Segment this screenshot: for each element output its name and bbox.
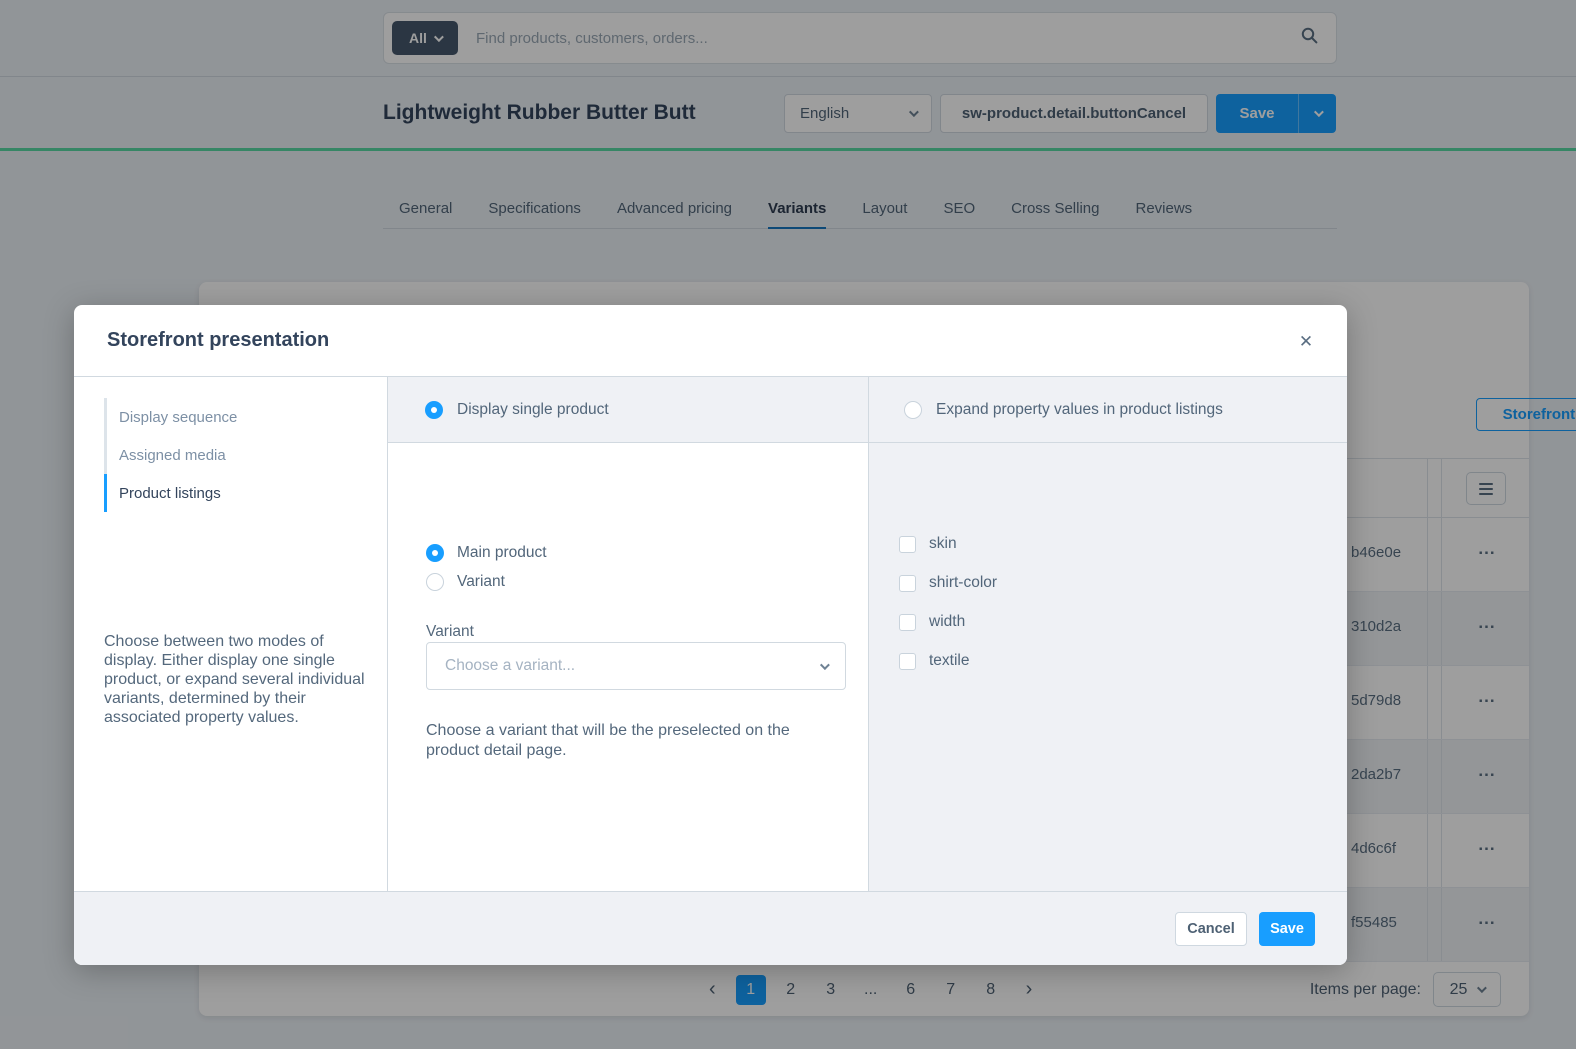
nav-item-product-listings[interactable]: Product listings	[107, 474, 237, 512]
property-width: width	[899, 613, 997, 631]
single-product-column: Display single product Main product Vari…	[387, 377, 869, 891]
variant-radio[interactable]	[426, 573, 444, 591]
close-icon[interactable]: ✕	[1295, 331, 1317, 353]
storefront-presentation-modal: Storefront presentation ✕ Display sequen…	[74, 305, 1347, 965]
modal-footer: Cancel Save	[74, 891, 1347, 965]
variant-select[interactable]: Choose a variant...	[426, 642, 846, 690]
variant-label: Variant	[457, 573, 505, 591]
modal-body: Display sequence Assigned media Product …	[74, 377, 1347, 891]
modal-cancel-button[interactable]: Cancel	[1175, 912, 1247, 946]
expand-properties-column: Expand property values in product listin…	[869, 377, 1347, 891]
main-product-label: Main product	[457, 544, 547, 562]
nav-item-assigned-media[interactable]: Assigned media	[107, 436, 237, 474]
modal-header: Storefront presentation ✕	[74, 305, 1347, 377]
expand-property-radio[interactable]	[904, 401, 922, 419]
modal-title: Storefront presentation	[107, 329, 329, 352]
modal-save-button[interactable]: Save	[1259, 912, 1315, 946]
modal-nav: Display sequence Assigned media Product …	[104, 398, 237, 512]
property-shirt-color: shirt-color	[899, 574, 997, 592]
expand-property-option: Expand property values in product listin…	[869, 377, 1347, 443]
property-skin: skin	[899, 535, 997, 553]
main-product-radio[interactable]	[426, 544, 444, 562]
shirt-color-label: shirt-color	[929, 574, 997, 592]
main-product-option: Main product	[426, 544, 547, 562]
property-textile: textile	[899, 652, 997, 670]
display-single-product-option: Display single product	[388, 377, 868, 443]
variant-helper-text: Choose a variant that will be the presel…	[426, 721, 830, 761]
variant-select-placeholder: Choose a variant...	[445, 657, 575, 675]
display-single-product-radio[interactable]	[425, 401, 443, 419]
variant-field-label: Variant	[426, 623, 474, 641]
textile-checkbox[interactable]	[899, 653, 916, 670]
textile-label: textile	[929, 652, 970, 670]
modal-sidebar: Display sequence Assigned media Product …	[74, 377, 387, 891]
skin-checkbox[interactable]	[899, 536, 916, 553]
single-mode-radios: Main product Variant	[426, 544, 547, 591]
expand-property-label: Expand property values in product listin…	[936, 401, 1223, 419]
width-checkbox[interactable]	[899, 614, 916, 631]
property-list: skin shirt-color width textile	[899, 535, 997, 670]
shirt-color-checkbox[interactable]	[899, 575, 916, 592]
page: All Lightweight Rubber Butter Butt Engli…	[0, 0, 1576, 1049]
width-label: width	[929, 613, 965, 631]
skin-label: skin	[929, 535, 957, 553]
mode-description: Choose between two modes of display. Eit…	[104, 632, 366, 727]
display-single-product-label: Display single product	[457, 401, 609, 419]
nav-item-display-sequence[interactable]: Display sequence	[107, 398, 237, 436]
chevron-down-icon	[820, 660, 830, 670]
variant-option: Variant	[426, 573, 547, 591]
